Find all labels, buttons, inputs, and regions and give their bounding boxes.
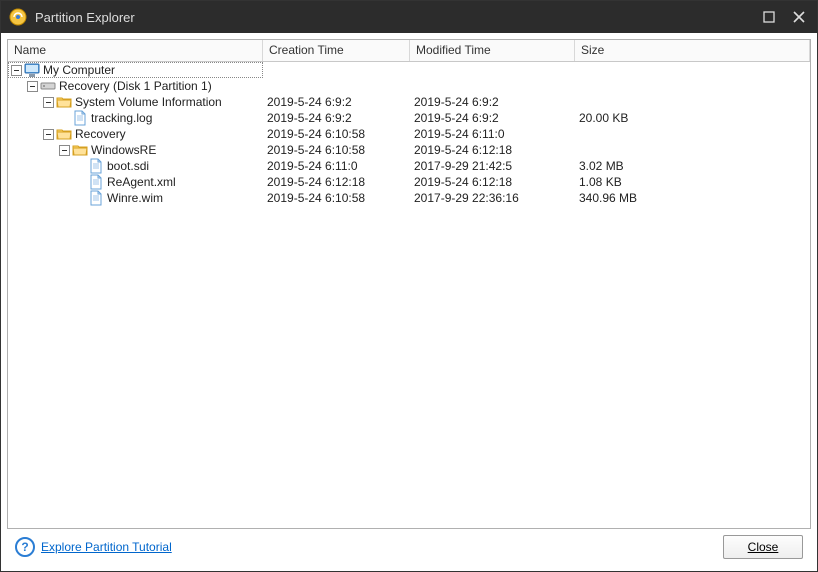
cell-size — [575, 142, 810, 158]
column-header-creation-time[interactable]: Creation Time — [263, 40, 410, 61]
tree-label: ReAgent.xml — [107, 174, 176, 190]
cell-mtime: 2019-5-24 6:12:18 — [410, 142, 575, 158]
file-icon — [88, 174, 104, 190]
folder-open-icon — [56, 126, 72, 142]
close-dialog-button[interactable]: Close — [723, 535, 803, 559]
folder-open-icon — [56, 94, 72, 110]
tree-row-svi[interactable]: System Volume Information 2019-5-24 6:9:… — [8, 94, 810, 110]
tree-row-reagent-xml[interactable]: ReAgent.xml 2019-5-24 6:12:18 2019-5-24 … — [8, 174, 810, 190]
titlebar: Partition Explorer — [1, 1, 817, 33]
cell-size: 3.02 MB — [575, 158, 810, 174]
tree-row-windowsre[interactable]: WindowsRE 2019-5-24 6:10:58 2019-5-24 6:… — [8, 142, 810, 158]
column-header-size[interactable]: Size — [575, 40, 810, 61]
tree-label: My Computer — [43, 62, 115, 78]
column-header-name[interactable]: Name — [8, 40, 263, 61]
cell-mtime: 2019-5-24 6:9:2 — [410, 94, 575, 110]
expand-toggle-icon[interactable] — [43, 97, 54, 108]
cell-mtime: 2019-5-24 6:9:2 — [410, 110, 575, 126]
tree-label: Winre.wim — [107, 190, 163, 206]
partition-explorer-window: Partition Explorer Name Creation Time Mo… — [0, 0, 818, 572]
expand-toggle-icon[interactable] — [59, 145, 70, 156]
cell-ctime: 2019-5-24 6:10:58 — [263, 142, 410, 158]
cell-mtime: 2019-5-24 6:12:18 — [410, 174, 575, 190]
column-header-modified-time[interactable]: Modified Time — [410, 40, 575, 61]
cell-size: 340.96 MB — [575, 190, 810, 206]
folder-open-icon — [72, 142, 88, 158]
cell-size — [575, 94, 810, 110]
tree-row-recovery[interactable]: Recovery 2019-5-24 6:10:58 2019-5-24 6:1… — [8, 126, 810, 142]
expand-toggle-icon[interactable] — [11, 65, 22, 76]
tree-body: My Computer — [8, 62, 810, 528]
tree-label: System Volume Information — [75, 94, 222, 110]
cell-ctime: 2019-5-24 6:10:58 — [263, 126, 410, 142]
cell-mtime: 2019-5-24 6:11:0 — [410, 126, 575, 142]
cell-ctime: 2019-5-24 6:9:2 — [263, 110, 410, 126]
tree-row-tracking-log[interactable]: tracking.log 2019-5-24 6:9:2 2019-5-24 6… — [8, 110, 810, 126]
expand-toggle-icon[interactable] — [43, 129, 54, 140]
file-icon — [88, 158, 104, 174]
tree-row-partition[interactable]: Recovery (Disk 1 Partition 1) — [8, 78, 810, 94]
tree-label: Recovery (Disk 1 Partition 1) — [59, 78, 212, 94]
column-header-row: Name Creation Time Modified Time Size — [8, 40, 810, 62]
svg-text:?: ? — [21, 540, 28, 554]
cell-mtime: 2017-9-29 21:42:5 — [410, 158, 575, 174]
cell-size: 1.08 KB — [575, 174, 810, 190]
cell-ctime: 2019-5-24 6:9:2 — [263, 94, 410, 110]
window-title: Partition Explorer — [35, 10, 759, 25]
tree-row-winre-wim[interactable]: Winre.wim 2019-5-24 6:10:58 2017-9-29 22… — [8, 190, 810, 206]
file-listview: Name Creation Time Modified Time Size — [7, 39, 811, 529]
expand-toggle-icon[interactable] — [27, 81, 38, 92]
help-icon: ? — [15, 537, 35, 557]
tutorial-link[interactable]: Explore Partition Tutorial — [41, 540, 172, 554]
file-icon — [88, 190, 104, 206]
maximize-button[interactable] — [759, 7, 779, 27]
content-area: Name Creation Time Modified Time Size — [1, 33, 817, 571]
tree-row-my-computer[interactable]: My Computer — [8, 62, 810, 78]
tree-label: Recovery — [75, 126, 126, 142]
cell-ctime: 2019-5-24 6:12:18 — [263, 174, 410, 190]
tree-label: tracking.log — [91, 110, 152, 126]
cell-ctime: 2019-5-24 6:11:0 — [263, 158, 410, 174]
file-icon — [72, 110, 88, 126]
tree-label: boot.sdi — [107, 158, 149, 174]
cell-size: 20.00 KB — [575, 110, 810, 126]
cell-mtime: 2017-9-29 22:36:16 — [410, 190, 575, 206]
tree-row-boot-sdi[interactable]: boot.sdi 2019-5-24 6:11:0 2017-9-29 21:4… — [8, 158, 810, 174]
disk-icon — [40, 78, 56, 94]
cell-ctime: 2019-5-24 6:10:58 — [263, 190, 410, 206]
footer-bar: ? Explore Partition Tutorial Close — [7, 529, 811, 565]
computer-icon — [24, 62, 40, 78]
close-button[interactable] — [789, 7, 809, 27]
tree-label: WindowsRE — [91, 142, 156, 158]
cell-size — [575, 126, 810, 142]
app-icon — [9, 8, 27, 26]
